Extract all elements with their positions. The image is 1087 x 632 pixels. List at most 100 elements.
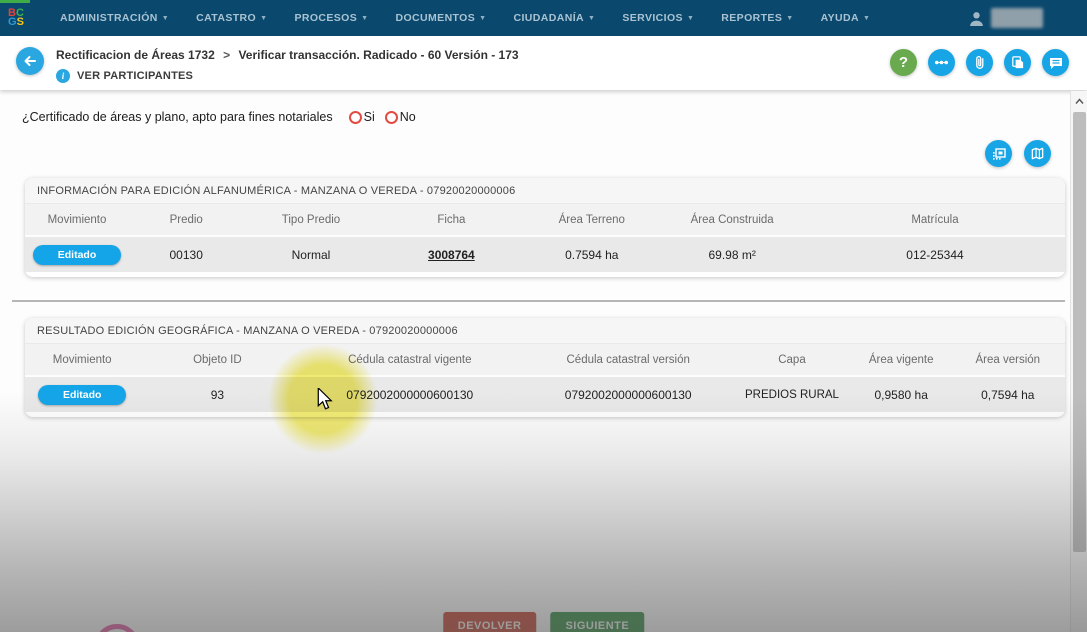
geografica-table: Movimiento Objeto ID Cédula catastral vi…: [25, 344, 1065, 412]
radio-option-si[interactable]: Si: [349, 110, 375, 124]
scroll-up-button[interactable]: [1073, 94, 1086, 108]
cell-cedula-version: 0792002000000600130: [524, 375, 732, 412]
chevron-down-icon: ▼: [786, 15, 793, 22]
chevron-down-icon: ▼: [361, 15, 368, 22]
mouse-cursor: [316, 388, 334, 415]
ver-participantes-label[interactable]: VER PARTICIPANTES: [77, 70, 193, 82]
cell-area-terreno: 0.7594 ha: [524, 235, 659, 272]
screen-edit-button[interactable]: [985, 140, 1012, 167]
column-header-movimiento: Movimiento: [25, 204, 129, 235]
menu-label: AYUDA: [821, 12, 859, 24]
column-header-movimiento: Movimiento: [25, 344, 139, 375]
table-header-row: Movimiento Predio Tipo Predio Ficha Área…: [25, 204, 1065, 235]
column-header-cedula-version: Cédula catastral versión: [524, 344, 732, 375]
table-row: Editado 00130 Normal 3008764 0.7594 ha 6…: [25, 235, 1065, 272]
menu-label: CIUDADANÍA: [514, 12, 585, 24]
cell-capa: PREDIOS RURAL: [732, 375, 852, 412]
chat-icon: [1048, 55, 1064, 71]
alfanumerica-panel: INFORMACIÓN PARA EDICIÓN ALFANUMÉRICA - …: [25, 178, 1065, 277]
menu-label: CATASTRO: [196, 12, 256, 24]
main-menu: ADMINISTRACIÓN▼ CATASTRO▼ PROCESOS▼ DOCU…: [60, 12, 870, 24]
menu-label: REPORTES: [721, 12, 782, 24]
column-header-tipo-predio: Tipo Predio: [243, 204, 378, 235]
chevron-down-icon: ▼: [588, 15, 595, 22]
status-badge: Editado: [33, 245, 121, 265]
menu-procesos[interactable]: PROCESOS ▼: [294, 12, 368, 24]
column-header-area-construida: Área Construida: [659, 204, 805, 235]
app-logo[interactable]: BC GS: [8, 9, 38, 28]
panel-title: RESULTADO EDICIÓN GEOGRÁFICA - MANZANA O…: [25, 318, 1065, 344]
menu-reportes[interactable]: REPORTES ▼: [721, 12, 793, 24]
paperclip-icon: [972, 55, 987, 70]
panel-title: INFORMACIÓN PARA EDICIÓN ALFANUMÉRICA - …: [25, 178, 1065, 204]
column-header-area-version: Área versión: [951, 344, 1065, 375]
ellipsis-dots-icon: [933, 54, 950, 71]
column-header-area-vigente: Área vigente: [852, 344, 951, 375]
action-buttons: DEVOLVER SIGUIENTE: [443, 612, 645, 632]
menu-label: PROCESOS: [294, 12, 357, 24]
section-divider: [12, 300, 1065, 302]
username-redacted: [991, 8, 1043, 28]
column-header-area-terreno: Área Terreno: [524, 204, 659, 235]
header-toolbar: ?: [890, 49, 1069, 76]
table-row: Editado 93 0792002000000600130 079200200…: [25, 375, 1065, 412]
workflow-button[interactable]: [928, 49, 955, 76]
account-area[interactable]: [968, 0, 1043, 36]
table-header-row: Movimiento Objeto ID Cédula catastral vi…: [25, 344, 1065, 375]
radio-icon[interactable]: [349, 111, 362, 124]
radio-option-no[interactable]: No: [385, 110, 416, 124]
page-header: Rectificacion de Áreas 1732 > Verificar …: [0, 36, 1087, 90]
comments-button[interactable]: [1042, 49, 1069, 76]
radio-label: Si: [364, 110, 375, 124]
ficha-link[interactable]: 3008764: [428, 248, 475, 262]
question-icon: ?: [899, 54, 908, 71]
column-header-capa: Capa: [732, 344, 852, 375]
scrollbar-thumb[interactable]: [1073, 112, 1086, 552]
menu-ayuda[interactable]: AYUDA ▼: [821, 12, 871, 24]
map-button[interactable]: [1024, 140, 1051, 167]
question-label: ¿Certificado de áreas y plano, apto para…: [22, 110, 333, 124]
menu-label: ADMINISTRACIÓN: [60, 12, 158, 24]
chevron-up-icon: [1075, 98, 1084, 105]
siguiente-button[interactable]: SIGUIENTE: [550, 612, 644, 632]
map-icon: [1030, 146, 1045, 161]
back-button[interactable]: [16, 47, 44, 75]
help-button[interactable]: ?: [890, 49, 917, 76]
menu-ciudadania[interactable]: CIUDADANÍA▼: [514, 12, 596, 24]
copy-icon: [1010, 55, 1025, 70]
person-icon: [968, 10, 985, 27]
chevron-down-icon: ▼: [687, 15, 694, 22]
menu-label: DOCUMENTOS: [396, 12, 476, 24]
breadcrumb: Rectificacion de Áreas 1732 > Verificar …: [56, 48, 519, 62]
logo-letter: G: [8, 18, 17, 27]
info-icon[interactable]: i: [56, 69, 70, 83]
cell-matricula: 012-25344: [805, 235, 1065, 272]
menu-administracion[interactable]: ADMINISTRACIÓN▼: [60, 12, 169, 24]
column-header-objeto-id: Objeto ID: [139, 344, 295, 375]
devolver-button[interactable]: DEVOLVER: [443, 612, 537, 632]
geografica-panel: RESULTADO EDICIÓN GEOGRÁFICA - MANZANA O…: [25, 318, 1065, 417]
menu-label: SERVICIOS: [622, 12, 683, 24]
top-navbar: BC GS ADMINISTRACIÓN▼ CATASTRO▼ PROCESOS…: [0, 0, 1087, 36]
status-badge: Editado: [38, 385, 126, 405]
cell-tipo-predio: Normal: [243, 235, 378, 272]
breadcrumb-section[interactable]: Rectificacion de Áreas 1732: [56, 48, 215, 62]
cell-movimiento: Editado: [25, 375, 139, 412]
cell-area-version: 0,7594 ha: [951, 375, 1065, 412]
vertical-scrollbar[interactable]: [1070, 91, 1087, 632]
radio-icon[interactable]: [385, 111, 398, 124]
menu-servicios[interactable]: SERVICIOS ▼: [622, 12, 694, 24]
notarial-question: ¿Certificado de áreas y plano, apto para…: [22, 110, 416, 124]
cell-ficha: 3008764: [379, 235, 525, 272]
cell-movimiento: Editado: [25, 235, 129, 272]
video-fade-overlay: [0, 0, 1087, 632]
copy-documents-button[interactable]: [1004, 49, 1031, 76]
breadcrumb-separator: >: [223, 48, 230, 62]
chevron-down-icon: ▼: [863, 15, 870, 22]
menu-documentos[interactable]: DOCUMENTOS▼: [396, 12, 487, 24]
column-header-predio: Predio: [129, 204, 243, 235]
radio-label: No: [400, 110, 416, 124]
cell-area-vigente: 0,9580 ha: [852, 375, 951, 412]
menu-catastro[interactable]: CATASTRO▼: [196, 12, 267, 24]
attachments-button[interactable]: [966, 49, 993, 76]
